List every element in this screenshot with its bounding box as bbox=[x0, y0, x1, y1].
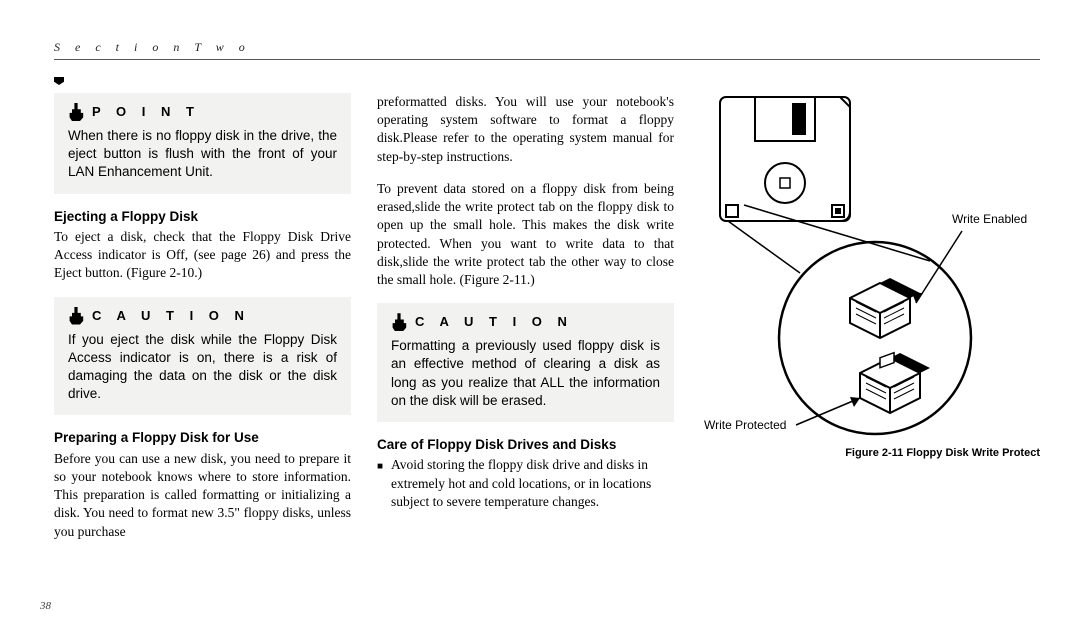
care-bullet-row: ■ Avoid storing the floppy disk drive an… bbox=[377, 456, 674, 511]
figure-column: Write Enabled Write Protected Figure 2-1… bbox=[700, 93, 1040, 541]
point-title-row: P O I N T bbox=[68, 103, 337, 121]
label-write-protected: Write Protected bbox=[704, 418, 786, 432]
floppy-write-protect-figure: Write Enabled Write Protected bbox=[700, 93, 1040, 443]
caution-callout-1: C A U T I O N If you eject the disk whil… bbox=[54, 297, 351, 416]
section-header: S e c t i o n T w o bbox=[54, 40, 1040, 55]
header-rule bbox=[54, 59, 1040, 60]
figure-caption: Figure 2-11 Floppy Disk Write Protect bbox=[700, 447, 1040, 459]
header-tick-icon bbox=[54, 77, 64, 85]
caution-title-row-2: C A U T I O N bbox=[391, 313, 660, 331]
preparing-heading: Preparing a Floppy Disk for Use bbox=[54, 429, 351, 447]
point-callout: P O I N T When there is no floppy disk i… bbox=[54, 93, 351, 194]
caution-title-row-1: C A U T I O N bbox=[68, 307, 337, 325]
page: S e c t i o n T w o P O I N T When there… bbox=[0, 0, 1080, 630]
preparing-body: Before you can use a new disk, you need … bbox=[54, 450, 351, 541]
column-2: preformatted disks. You will use your no… bbox=[377, 93, 674, 541]
caution-title-2: C A U T I O N bbox=[415, 313, 573, 331]
pointing-hand-icon bbox=[68, 307, 84, 325]
col2-para1: preformatted disks. You will use your no… bbox=[377, 93, 674, 166]
ejecting-body: To eject a disk, check that the Floppy D… bbox=[54, 228, 351, 283]
bullet-icon: ■ bbox=[377, 460, 383, 511]
label-write-enabled: Write Enabled bbox=[952, 212, 1027, 226]
caution-body-1: If you eject the disk while the Floppy D… bbox=[68, 331, 337, 404]
page-number: 38 bbox=[40, 600, 51, 612]
caution-body-2: Formatting a previously used floppy disk… bbox=[391, 337, 660, 410]
content-columns: P O I N T When there is no floppy disk i… bbox=[54, 93, 1040, 541]
pointing-hand-icon bbox=[391, 313, 407, 331]
ejecting-heading: Ejecting a Floppy Disk bbox=[54, 208, 351, 226]
point-body: When there is no floppy disk in the driv… bbox=[68, 127, 337, 182]
care-heading: Care of Floppy Disk Drives and Disks bbox=[377, 436, 674, 454]
caution-callout-2: C A U T I O N Formatting a previously us… bbox=[377, 303, 674, 422]
col2-para2: To prevent data stored on a floppy disk … bbox=[377, 180, 674, 289]
care-bullet-text: Avoid storing the floppy disk drive and … bbox=[391, 456, 674, 511]
pointing-hand-icon bbox=[68, 103, 84, 121]
column-1: P O I N T When there is no floppy disk i… bbox=[54, 93, 351, 541]
point-title: P O I N T bbox=[92, 103, 200, 121]
caution-title-1: C A U T I O N bbox=[92, 307, 250, 325]
